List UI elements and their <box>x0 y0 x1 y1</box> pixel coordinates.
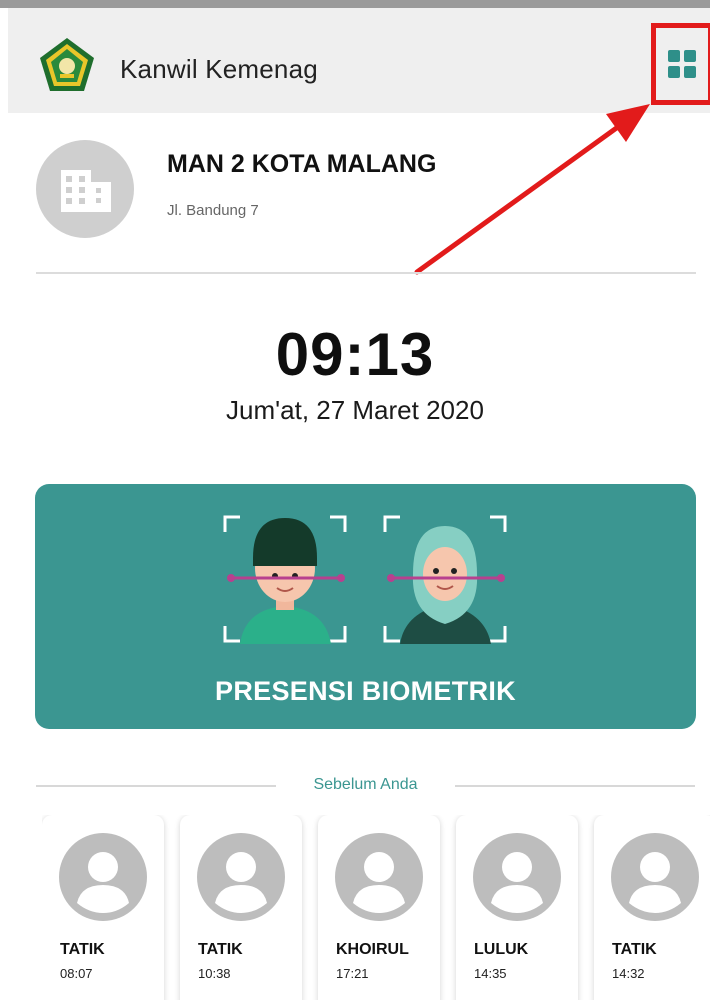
user-card[interactable]: LULUK 14:35 <box>456 815 578 1000</box>
current-date: Jum'at, 27 Maret 2020 <box>226 395 484 425</box>
user-name: TATIK <box>198 941 243 958</box>
biometric-label: PRESENSI BIOMETRIK <box>215 676 516 706</box>
menu-grid-button[interactable] <box>651 23 710 105</box>
school-address: Jl. Bandung 7 <box>167 202 259 219</box>
user-avatar-icon <box>197 833 285 921</box>
user-name: TATIK <box>612 941 657 958</box>
app-title: Kanwil Kemenag <box>120 54 318 84</box>
school-building-avatar <box>36 140 134 238</box>
building-icon <box>61 170 111 212</box>
user-time: 14:35 <box>474 966 507 981</box>
user-avatar-icon <box>59 833 147 921</box>
kemenag-logo <box>38 36 96 94</box>
user-card[interactable]: TATIK 10:38 <box>180 815 302 1000</box>
school-name: MAN 2 KOTA MALANG <box>167 150 437 178</box>
grid-icon <box>668 50 696 78</box>
divider <box>36 272 696 274</box>
user-time: 08:07 <box>60 966 93 981</box>
user-name: TATIK <box>60 941 105 958</box>
divider <box>455 785 695 787</box>
user-name: LULUK <box>474 941 529 958</box>
status-bar-strip <box>0 0 710 8</box>
previous-users-list: TATIK 08:07 TATIK 10:38 KHOIRUL 17:21 LU… <box>42 815 710 1000</box>
biometric-attendance-button[interactable]: PRESENSI BIOMETRIK <box>35 484 696 729</box>
user-card[interactable]: TATIK 08:07 <box>42 815 164 1000</box>
divider <box>36 785 276 787</box>
user-card[interactable]: TATIK 14:32 <box>594 815 710 1000</box>
user-name: KHOIRUL <box>336 941 409 958</box>
current-time: 09:13 <box>275 321 435 388</box>
user-avatar-icon <box>611 833 699 921</box>
user-avatar-icon <box>473 833 561 921</box>
app-bar: Kanwil Kemenag <box>8 8 710 113</box>
user-time: 10:38 <box>198 966 231 981</box>
section-label: Sebelum Anda <box>313 776 418 793</box>
user-time: 17:21 <box>336 966 369 981</box>
user-avatar-icon <box>335 833 423 921</box>
user-time: 14:32 <box>612 966 645 981</box>
user-card[interactable]: KHOIRUL 17:21 <box>318 815 440 1000</box>
